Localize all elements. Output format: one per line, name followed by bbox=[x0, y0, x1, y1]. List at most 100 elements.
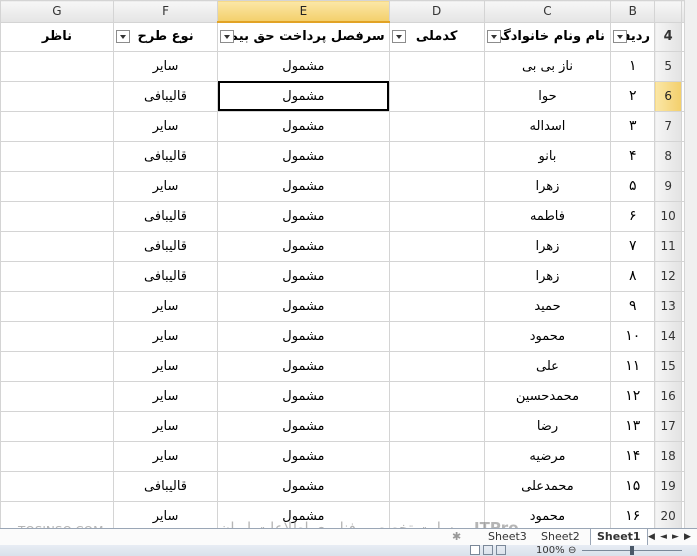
zoom-level[interactable]: 100% bbox=[536, 545, 565, 556]
noe-tarh-cell[interactable]: قالیبافی bbox=[112, 470, 219, 502]
name-cell[interactable]: حمید bbox=[483, 290, 612, 322]
radif-cell[interactable]: ١٣ bbox=[610, 410, 656, 442]
row-header[interactable]: 4 bbox=[654, 21, 683, 52]
codemelli-cell[interactable] bbox=[388, 110, 485, 142]
nazer-cell[interactable] bbox=[0, 50, 114, 82]
column-header-c[interactable]: C bbox=[483, 0, 612, 23]
noe-tarh-cell[interactable]: قالیبافی bbox=[112, 230, 219, 262]
name-cell[interactable]: علی bbox=[483, 350, 612, 382]
normal-view-icon[interactable] bbox=[470, 545, 480, 555]
row-header[interactable]: 11 bbox=[654, 230, 683, 262]
nazer-cell[interactable] bbox=[0, 230, 114, 262]
name-cell[interactable]: بانو bbox=[483, 140, 612, 172]
name-cell[interactable]: حوا bbox=[483, 80, 612, 112]
row-header[interactable]: 5 bbox=[654, 50, 683, 82]
nazer-cell[interactable] bbox=[0, 110, 114, 142]
header-cell-name[interactable]: نام ونام خانوادگی bbox=[483, 21, 612, 52]
nazer-cell[interactable] bbox=[0, 290, 114, 322]
name-cell[interactable]: زهرا bbox=[483, 170, 612, 202]
filter-dropdown-button[interactable] bbox=[613, 29, 628, 43]
noe-tarh-cell[interactable]: قالیبافی bbox=[112, 80, 219, 112]
name-cell[interactable]: اسداله bbox=[483, 110, 612, 142]
name-cell[interactable]: فاطمه bbox=[483, 200, 612, 232]
name-cell[interactable]: زهرا bbox=[483, 260, 612, 292]
scroll-tabs-first-icon[interactable]: ▶ bbox=[682, 531, 693, 543]
codemelli-cell[interactable] bbox=[388, 470, 485, 502]
column-header-f[interactable]: F bbox=[112, 0, 219, 23]
tab-sheet3[interactable]: Sheet3 bbox=[482, 529, 533, 545]
filter-dropdown-button[interactable] bbox=[391, 29, 406, 43]
sarfasl-cell[interactable]: مشمول bbox=[217, 50, 390, 82]
tab-sheet1[interactable]: Sheet1 bbox=[590, 529, 648, 546]
nazer-cell[interactable] bbox=[0, 170, 114, 202]
sarfasl-cell[interactable]: مشمول bbox=[217, 380, 390, 412]
radif-cell[interactable]: ١٠ bbox=[610, 320, 656, 352]
scroll-tabs-last-icon[interactable]: ◀ bbox=[646, 531, 657, 543]
radif-cell[interactable]: ٢ bbox=[610, 80, 656, 112]
filter-dropdown-button[interactable] bbox=[115, 29, 130, 43]
scroll-tabs-next-icon[interactable]: ► bbox=[670, 531, 681, 543]
codemelli-cell[interactable] bbox=[388, 440, 485, 472]
radif-cell[interactable]: ۶ bbox=[610, 200, 656, 232]
name-cell[interactable]: محمدعلی bbox=[483, 470, 612, 502]
sarfasl-cell[interactable]: مشمول bbox=[217, 230, 390, 262]
codemelli-cell[interactable] bbox=[388, 290, 485, 322]
sarfasl-cell[interactable]: مشمول bbox=[217, 290, 390, 322]
scroll-tabs-prev-icon[interactable]: ◄ bbox=[658, 531, 669, 543]
codemelli-cell[interactable] bbox=[388, 170, 485, 202]
sarfasl-cell[interactable]: مشمول bbox=[217, 350, 390, 382]
sarfasl-cell[interactable]: مشمول bbox=[217, 80, 390, 112]
row-header[interactable]: 15 bbox=[654, 350, 683, 382]
row-header[interactable]: 6 bbox=[654, 80, 683, 112]
codemelli-cell[interactable] bbox=[388, 80, 485, 112]
radif-cell[interactable]: ۴ bbox=[610, 140, 656, 172]
header-cell-nazer[interactable]: ناظر bbox=[0, 21, 114, 52]
codemelli-cell[interactable] bbox=[388, 320, 485, 352]
codemelli-cell[interactable] bbox=[388, 410, 485, 442]
sarfasl-cell[interactable]: مشمول bbox=[217, 110, 390, 142]
radif-cell[interactable]: ١۶ bbox=[610, 500, 656, 528]
vertical-scrollbar[interactable] bbox=[684, 0, 697, 528]
nazer-cell[interactable] bbox=[0, 380, 114, 412]
noe-tarh-cell[interactable]: سایر bbox=[112, 410, 219, 442]
radif-cell[interactable]: ١١ bbox=[610, 350, 656, 382]
noe-tarh-cell[interactable]: قالیبافی bbox=[112, 260, 219, 292]
codemelli-cell[interactable] bbox=[388, 230, 485, 262]
noe-tarh-cell[interactable]: سایر bbox=[112, 170, 219, 202]
noe-tarh-cell[interactable]: سایر bbox=[112, 350, 219, 382]
noe-tarh-cell[interactable]: قالیبافی bbox=[112, 140, 219, 172]
noe-tarh-cell[interactable]: سایر bbox=[112, 110, 219, 142]
filter-dropdown-button[interactable] bbox=[220, 30, 235, 43]
header-cell-codemelli[interactable]: کدملی bbox=[388, 21, 485, 52]
header-cell-noe-tarh[interactable]: نوع طرح bbox=[112, 21, 219, 52]
radif-cell[interactable]: ٨ bbox=[610, 260, 656, 292]
row-header[interactable]: 17 bbox=[654, 410, 683, 442]
nazer-cell[interactable] bbox=[0, 200, 114, 232]
sarfasl-cell[interactable]: مشمول bbox=[217, 140, 390, 172]
header-cell-sarfasl[interactable]: سرفصل پرداخت حق بیمه bbox=[217, 21, 390, 52]
radif-cell[interactable]: ١ bbox=[610, 50, 656, 82]
page-layout-icon[interactable] bbox=[483, 545, 493, 555]
noe-tarh-cell[interactable]: سایر bbox=[112, 380, 219, 412]
sarfasl-cell[interactable]: مشمول bbox=[217, 260, 390, 292]
row-header[interactable]: 9 bbox=[654, 170, 683, 202]
zoom-slider-thumb[interactable] bbox=[630, 546, 634, 555]
sarfasl-cell[interactable]: مشمول bbox=[217, 470, 390, 502]
row-header[interactable]: 7 bbox=[654, 110, 683, 142]
tab-sheet2[interactable]: Sheet2 bbox=[535, 529, 586, 545]
noe-tarh-cell[interactable]: سایر bbox=[112, 320, 219, 352]
row-header[interactable]: 8 bbox=[654, 140, 683, 172]
row-header[interactable]: 20 bbox=[654, 500, 683, 528]
header-cell-radif[interactable]: ردیف bbox=[610, 21, 656, 52]
radif-cell[interactable]: ۵ bbox=[610, 170, 656, 202]
nazer-cell[interactable] bbox=[0, 470, 114, 502]
nazer-cell[interactable] bbox=[0, 410, 114, 442]
radif-cell[interactable]: ٣ bbox=[610, 110, 656, 142]
name-cell[interactable]: زهرا bbox=[483, 230, 612, 262]
row-header[interactable]: 18 bbox=[654, 440, 683, 472]
noe-tarh-cell[interactable]: سایر bbox=[112, 440, 219, 472]
codemelli-cell[interactable] bbox=[388, 350, 485, 382]
row-header[interactable]: 13 bbox=[654, 290, 683, 322]
sarfasl-cell[interactable]: مشمول bbox=[217, 440, 390, 472]
page-break-preview-icon[interactable] bbox=[496, 545, 506, 555]
